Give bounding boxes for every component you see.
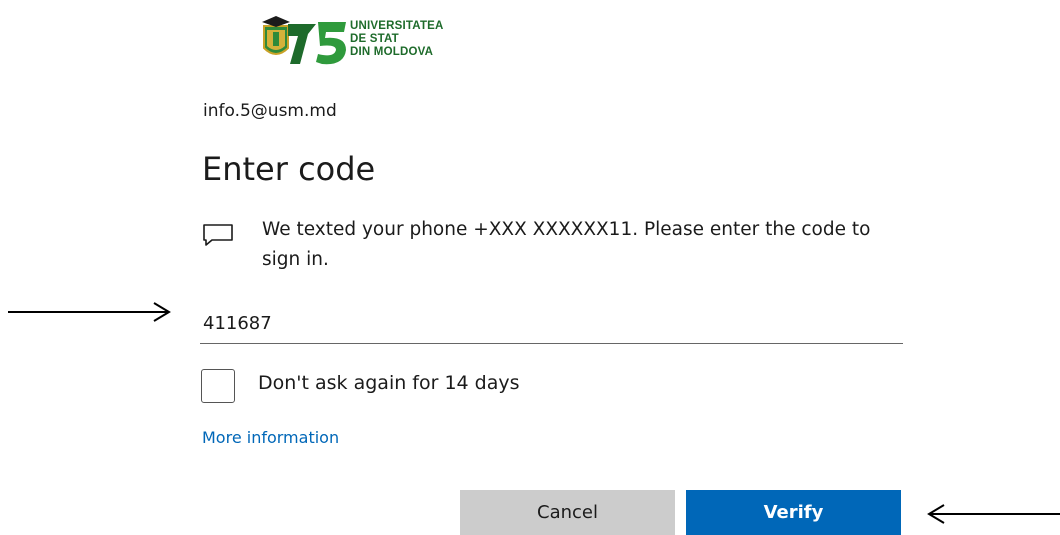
- sms-message: We texted your phone +XXX XXXXXX11. Plea…: [262, 219, 871, 270]
- logo-line-2: DE STAT: [350, 33, 399, 45]
- logo-line-1: UNIVERSITATEA: [350, 20, 444, 32]
- cancel-button[interactable]: Cancel: [460, 490, 675, 535]
- university-crest-icon: [262, 16, 346, 65]
- code-input[interactable]: [200, 303, 903, 344]
- more-information-link[interactable]: More information: [202, 428, 339, 447]
- annotation-arrow-left-icon: [927, 504, 1060, 524]
- annotation-arrow-right-icon: [8, 302, 171, 322]
- verify-button[interactable]: Verify: [686, 490, 901, 535]
- logo-line-3: DIN MOLDOVA: [350, 46, 434, 58]
- university-logo: UNIVERSITATEA DE STAT DIN MOLDOVA: [258, 14, 468, 68]
- dont-ask-again-checkbox[interactable]: [201, 369, 235, 403]
- logo-text: UNIVERSITATEA DE STAT DIN MOLDOVA: [350, 20, 444, 59]
- dont-ask-again-label[interactable]: Don't ask again for 14 days: [258, 372, 520, 394]
- chat-bubble-icon: [203, 224, 233, 246]
- account-email: info.5@usm.md: [203, 101, 337, 121]
- page-title: Enter code: [202, 150, 376, 188]
